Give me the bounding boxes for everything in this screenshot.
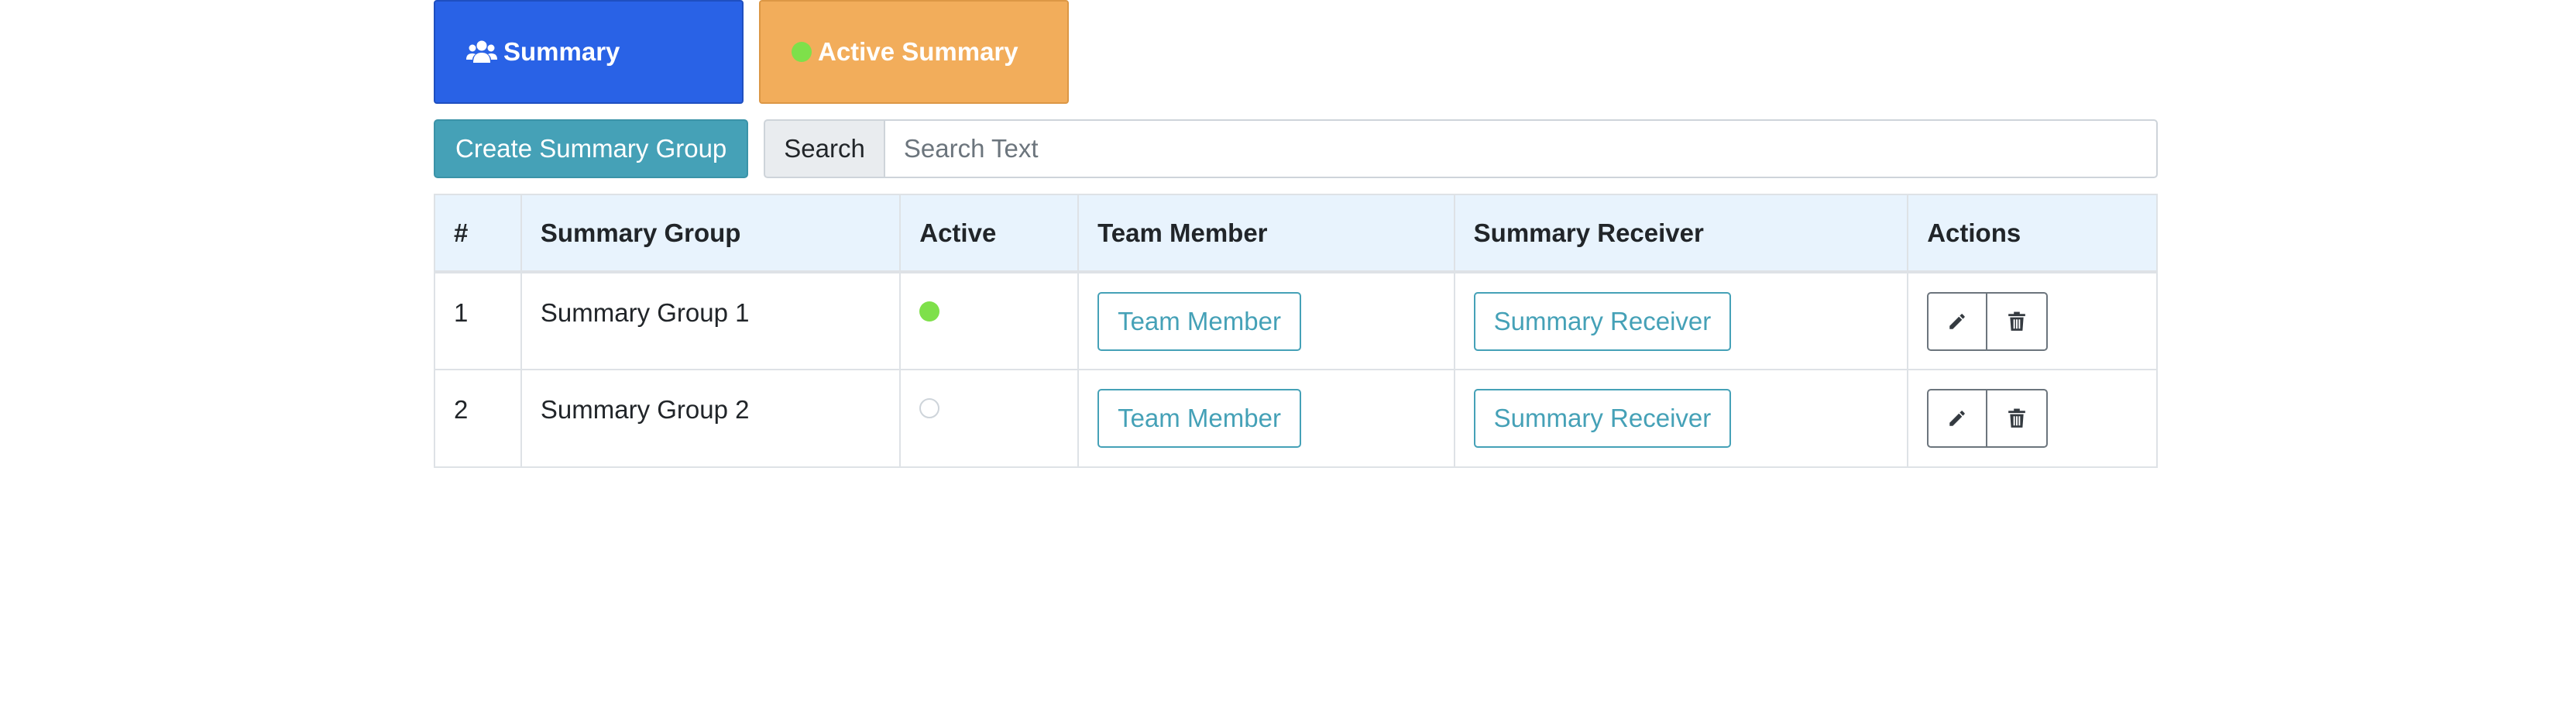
active-summary-card[interactable]: Active Summary (759, 0, 1069, 104)
summary-receiver-cell: Summary Receiver (1453, 369, 1909, 468)
actions-cell (1907, 271, 2158, 370)
actions-cell (1907, 369, 2158, 468)
summary-group-table: # Summary Group Active Team Member Summa… (434, 194, 2158, 468)
active-summary-card-label: Active Summary (818, 37, 1018, 66)
stat-cards: Summary Active Summary (434, 0, 2158, 104)
delete-button[interactable] (1987, 291, 2049, 351)
active-cell (899, 369, 1080, 468)
column-header-summary-group: Summary Group (520, 194, 902, 273)
team-member-cell: Team Member (1077, 271, 1455, 370)
summary-card[interactable]: Summary (434, 0, 744, 104)
summary-group-name: Summary Group 1 (520, 271, 902, 370)
search-input[interactable] (883, 119, 2158, 178)
search-label: Search (764, 119, 884, 178)
team-member-cell: Team Member (1077, 369, 1455, 468)
page: Summary Active Summary Create Summary Gr… (0, 0, 2576, 705)
edit-button[interactable] (1927, 291, 1988, 351)
summary-receiver-button[interactable]: Summary Receiver (1473, 389, 1732, 448)
summary-receiver-cell: Summary Receiver (1453, 271, 1909, 370)
users-icon (466, 40, 497, 64)
main-content: Summary Active Summary Create Summary Gr… (434, 0, 2158, 468)
active-status-icon (919, 301, 940, 322)
trash-icon (2008, 311, 2026, 331)
summary-receiver-button[interactable]: Summary Receiver (1473, 291, 1732, 351)
column-header-active: Active (899, 194, 1080, 273)
trash-icon (2008, 408, 2026, 428)
column-header-number: # (434, 194, 522, 273)
delete-button[interactable] (1987, 389, 2049, 448)
team-member-button[interactable]: Team Member (1097, 291, 1301, 351)
column-header-actions: Actions (1907, 194, 2158, 273)
edit-button[interactable] (1927, 389, 1988, 448)
pencil-icon (1949, 313, 1965, 329)
table-row: 2 Summary Group 2 Team Member Summary Re… (434, 369, 2158, 468)
pencil-icon (1949, 411, 1965, 426)
team-member-button[interactable]: Team Member (1097, 389, 1301, 448)
inactive-status-icon (919, 398, 940, 418)
summary-card-label: Summary (503, 37, 620, 66)
create-summary-group-button[interactable]: Create Summary Group (434, 119, 749, 178)
row-number: 1 (434, 271, 522, 370)
summary-group-name: Summary Group 2 (520, 369, 902, 468)
column-header-team-member: Team Member (1077, 194, 1455, 273)
column-header-summary-receiver: Summary Receiver (1453, 194, 1909, 273)
table-row: 1 Summary Group 1 Team Member Summary Re… (434, 271, 2158, 370)
toolbar: Create Summary Group Search (434, 119, 2158, 178)
active-cell (899, 271, 1080, 370)
action-buttons (1927, 389, 2049, 448)
green-dot-icon (792, 42, 812, 62)
search-group: Search (764, 119, 2158, 178)
action-buttons (1927, 291, 2049, 351)
row-number: 2 (434, 369, 522, 468)
table-header-row: # Summary Group Active Team Member Summa… (434, 194, 2158, 273)
